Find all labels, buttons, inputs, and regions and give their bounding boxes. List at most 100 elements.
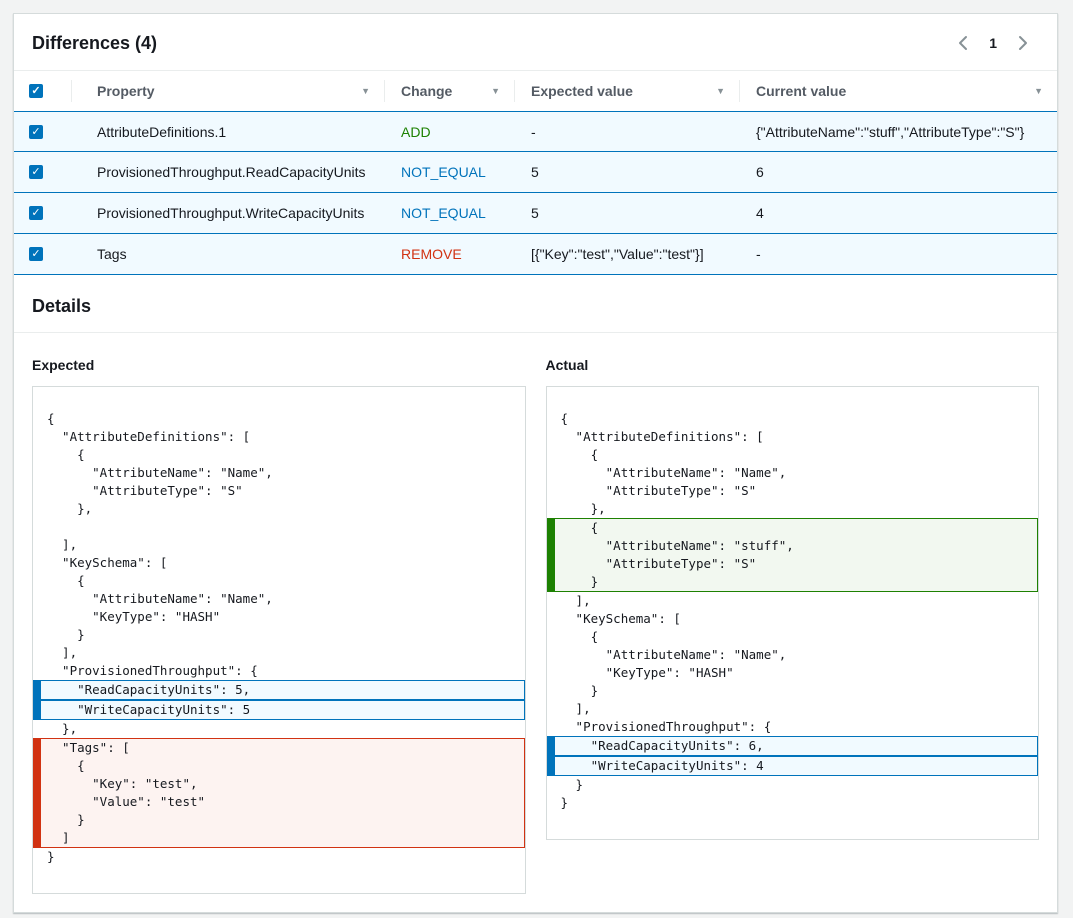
code-line: "KeyType": "HASH" — [547, 664, 1039, 682]
property-cell: AttributeDefinitions.1 — [71, 112, 384, 151]
code-line: "ProvisionedThroughput": { — [547, 718, 1039, 736]
expected-value-cell: [{"Key":"test","Value":"test"}] — [514, 234, 739, 274]
filter-arrow-icon[interactable]: ▼ — [716, 86, 725, 96]
row-checkbox[interactable]: ✓ — [29, 165, 43, 179]
code-line: "ProvisionedThroughput": { — [33, 662, 525, 680]
code-line: { — [33, 410, 525, 428]
code-line: "Key": "test", — [33, 775, 524, 793]
filter-arrow-icon[interactable]: ▼ — [1034, 86, 1043, 96]
select-all-cell: ✓ — [14, 71, 71, 111]
code-line: "KeySchema": [ — [33, 554, 525, 572]
column-header-current-value[interactable]: Current value ▼ — [739, 71, 1057, 111]
checkbox-checked-icon: ✓ — [31, 207, 40, 219]
code-line: ], — [547, 700, 1039, 718]
code-line: }, — [33, 500, 525, 518]
code-line: { — [33, 572, 525, 590]
code-line: "WriteCapacityUnits": 5 — [33, 701, 524, 719]
code-line: "AttributeType": "S" — [33, 482, 525, 500]
current-value-cell: 4 — [739, 193, 1057, 233]
code-line: { — [547, 446, 1039, 464]
code-line: { — [547, 628, 1039, 646]
row-select-cell: ✓ — [14, 152, 71, 192]
checkbox-checked-icon: ✓ — [31, 126, 40, 138]
property-cell: ProvisionedThroughput.WriteCapacityUnits — [71, 193, 384, 233]
column-label: Expected value — [531, 83, 633, 99]
expected-column: Expected { "AttributeDefinitions": [ { "… — [32, 333, 526, 894]
code-line: ] — [33, 829, 524, 847]
current-value-cell: 6 — [739, 152, 1057, 192]
row-select-cell: ✓ — [14, 112, 71, 151]
code-line: "AttributeDefinitions": [ — [33, 428, 525, 446]
code-line: { — [33, 446, 525, 464]
table-row[interactable]: ✓ AttributeDefinitions.1ADD-{"AttributeNa… — [14, 111, 1057, 152]
code-line: { — [33, 757, 524, 775]
filter-arrow-icon[interactable]: ▼ — [491, 86, 500, 96]
code-line: } — [547, 682, 1039, 700]
column-header-expected-value[interactable]: Expected value ▼ — [514, 71, 739, 111]
row-checkbox[interactable]: ✓ — [29, 125, 43, 139]
change-cell: ADD — [384, 112, 514, 151]
table-row[interactable]: ✓ ProvisionedThroughput.ReadCapacityUnits… — [14, 152, 1057, 193]
checkbox-checked-icon: ✓ — [31, 85, 40, 97]
differences-card: Differences (4) 1 ✓ Property ▼ Change ▼ … — [13, 13, 1058, 913]
code-line — [33, 518, 525, 536]
code-line: { — [547, 519, 1038, 537]
table-row[interactable]: ✓ TagsREMOVE[{"Key":"test","Value":"test"… — [14, 234, 1057, 275]
code-line: } — [547, 573, 1038, 591]
column-header-change[interactable]: Change ▼ — [384, 71, 514, 111]
expected-value-cell: 5 — [514, 193, 739, 233]
diff-panels: Expected { "AttributeDefinitions": [ { "… — [32, 333, 1039, 894]
diff-mod-block: "WriteCapacityUnits": 5 — [33, 700, 525, 720]
diff-mod-block: "WriteCapacityUnits": 4 — [547, 756, 1039, 776]
row-checkbox[interactable]: ✓ — [29, 247, 43, 261]
code-line: "ReadCapacityUnits": 5, — [33, 681, 524, 699]
column-header-property[interactable]: Property ▼ — [71, 71, 384, 111]
code-line: "AttributeName": "Name", — [33, 464, 525, 482]
diff-mod-block: "ReadCapacityUnits": 6, — [547, 736, 1039, 756]
code-line: ], — [33, 644, 525, 662]
code-line: "Tags": [ — [33, 739, 524, 757]
code-line: "ReadCapacityUnits": 6, — [547, 737, 1038, 755]
card-header: Differences (4) 1 — [14, 14, 1057, 70]
actual-label: Actual — [546, 357, 1040, 373]
diff-added-block: { "AttributeName": "stuff", "AttributeTy… — [547, 518, 1039, 592]
column-label: Change — [401, 83, 452, 99]
property-cell: Tags — [71, 234, 384, 274]
expected-code-panel: { "AttributeDefinitions": [ { "Attribute… — [32, 386, 526, 894]
code-line: ], — [547, 592, 1039, 610]
code-line: "AttributeType": "S" — [547, 482, 1039, 500]
code-line: "AttributeName": "stuff", — [547, 537, 1038, 555]
code-line: } — [547, 794, 1039, 812]
table-header: ✓ Property ▼ Change ▼ Expected value ▼ C… — [14, 70, 1057, 111]
code-line: } — [33, 811, 524, 829]
checkbox-checked-icon: ✓ — [31, 166, 40, 178]
details-title: Details — [32, 296, 1037, 317]
code-line: "AttributeName": "Name", — [547, 464, 1039, 482]
differences-title: Differences (4) — [32, 33, 157, 54]
diff-mod-block: "ReadCapacityUnits": 5, — [33, 680, 525, 700]
property-cell: ProvisionedThroughput.ReadCapacityUnits — [71, 152, 384, 192]
chevron-right-icon — [1017, 35, 1029, 51]
actual-code-panel: { "AttributeDefinitions": [ { "Attribute… — [546, 386, 1040, 840]
next-page-button[interactable] — [1009, 31, 1037, 55]
code-line: "KeyType": "HASH" — [33, 608, 525, 626]
code-line: "KeySchema": [ — [547, 610, 1039, 628]
change-cell: REMOVE — [384, 234, 514, 274]
select-all-checkbox[interactable]: ✓ — [29, 84, 43, 98]
chevron-left-icon — [957, 35, 969, 51]
row-select-cell: ✓ — [14, 234, 71, 274]
expected-label: Expected — [32, 357, 526, 373]
previous-page-button[interactable] — [949, 31, 977, 55]
column-label: Current value — [756, 83, 846, 99]
table-row[interactable]: ✓ ProvisionedThroughput.WriteCapacityUnit… — [14, 193, 1057, 234]
row-checkbox[interactable]: ✓ — [29, 206, 43, 220]
details-body: Expected { "AttributeDefinitions": [ { "… — [14, 333, 1057, 912]
differences-rows: ✓ AttributeDefinitions.1ADD-{"AttributeNa… — [14, 111, 1057, 275]
filter-arrow-icon[interactable]: ▼ — [361, 86, 370, 96]
diff-removed-block: "Tags": [ { "Key": "test", "Value": "tes… — [33, 738, 525, 848]
current-page-number[interactable]: 1 — [983, 35, 1003, 51]
expected-value-cell: - — [514, 112, 739, 151]
code-line: "AttributeDefinitions": [ — [547, 428, 1039, 446]
current-value-cell: {"AttributeName":"stuff","AttributeType"… — [739, 112, 1057, 151]
actual-column: Actual { "AttributeDefinitions": [ { "At… — [546, 333, 1040, 840]
